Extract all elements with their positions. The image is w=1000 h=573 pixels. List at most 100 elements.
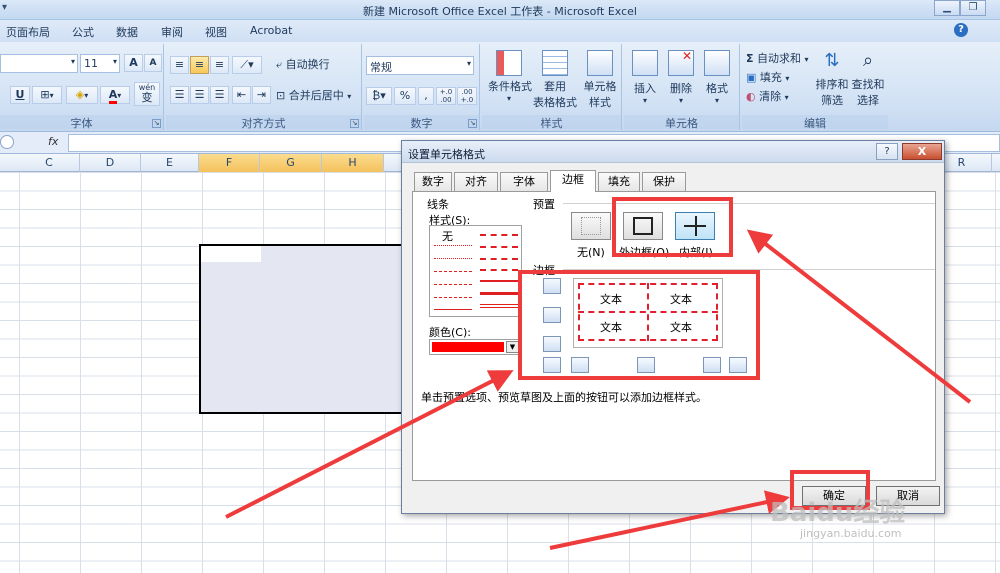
font-dialog-launcher-icon[interactable]: ↘ [152, 119, 161, 128]
align-middle-icon[interactable]: ≡ [190, 56, 209, 74]
fill-button[interactable]: ▣ 填充 ▾ [746, 69, 789, 85]
sort-filter-button[interactable]: ⇅ 排序和 筛选 [814, 48, 850, 112]
comma-button[interactable]: , [418, 87, 434, 105]
tab-review[interactable]: 审阅 [161, 24, 183, 40]
column-header-f[interactable]: F [199, 154, 260, 172]
delete-cells-button[interactable]: ✕ 删除 ▾ [664, 48, 698, 112]
fill-color-button[interactable]: ◈▾ [66, 86, 98, 104]
find-select-label-2: 选择 [857, 94, 879, 107]
conditional-format-button[interactable]: 条件格式 ▾ [488, 48, 532, 112]
column-header-g[interactable]: G [260, 154, 322, 172]
chevron-down-icon: ▾ [49, 91, 54, 100]
dialog-help-button[interactable]: ? [876, 143, 898, 160]
shrink-font-button[interactable]: A [144, 54, 162, 72]
column-header-c[interactable]: C [19, 154, 80, 172]
phonetic-button[interactable]: wén 变 [134, 82, 160, 106]
minimize-button[interactable]: ▁ [934, 0, 960, 16]
tab-acrobat[interactable]: Acrobat [250, 24, 292, 37]
decrease-indent-icon[interactable]: ⇤ [232, 86, 251, 104]
column-header-d[interactable]: D [80, 154, 141, 172]
autosum-button[interactable]: Σ 自动求和 ▾ [746, 50, 809, 66]
preset-none-button[interactable] [571, 212, 611, 240]
line-style-option[interactable] [480, 234, 518, 236]
line-style-option[interactable] [480, 280, 518, 282]
line-style-option[interactable] [434, 309, 472, 310]
line-style-list[interactable]: 无 [429, 225, 522, 317]
line-style-option[interactable] [480, 258, 518, 260]
dialog-title: 设置单元格格式 [408, 148, 485, 161]
alignment-dialog-launcher-icon[interactable]: ↘ [350, 119, 359, 128]
cell-styles-icon [587, 50, 613, 76]
percent-button[interactable]: % [394, 87, 416, 105]
grow-font-button[interactable]: A [124, 54, 143, 72]
tab-font[interactable]: 字体 [500, 172, 548, 191]
restore-button[interactable]: ❐ [960, 0, 986, 16]
format-as-table-label-2: 表格格式 [533, 96, 577, 109]
border-button[interactable]: ⊞▾ [32, 86, 62, 104]
line-style-option[interactable] [434, 271, 472, 272]
fx-icon[interactable]: fx [48, 135, 58, 148]
merge-center-button[interactable]: ⊡ 合并后居中 ▾ [276, 87, 351, 105]
cell-styles-button[interactable]: 单元格 样式 [580, 48, 620, 112]
format-as-table-button[interactable]: 套用 表格格式 [532, 48, 578, 112]
line-style-option[interactable] [434, 297, 472, 298]
name-box-scroll-icon[interactable] [0, 135, 14, 149]
font-size-combo[interactable]: 11 ▾ [80, 54, 120, 73]
chevron-down-icon: ▾ [785, 74, 790, 83]
insert-cells-button[interactable]: 插入 ▾ [628, 48, 662, 112]
find-select-button[interactable]: ⌕ 查找和 选择 [850, 48, 886, 112]
align-bottom-icon[interactable]: ≡ [210, 56, 229, 74]
font-size-value: 11 [84, 57, 98, 70]
tab-data[interactable]: 数据 [116, 24, 138, 40]
editing-group: Σ 自动求和 ▾ ▣ 填充 ▾ ◐ 清除 ▾ ⇅ 排序和 筛选 ⌕ 查找和 选择… [742, 44, 888, 130]
active-cell[interactable] [201, 246, 261, 262]
line-style-option[interactable] [480, 269, 518, 271]
align-right-icon[interactable]: ☰ [210, 86, 229, 104]
number-dialog-launcher-icon[interactable]: ↘ [468, 119, 477, 128]
clear-button[interactable]: ◐ 清除 ▾ [746, 88, 789, 104]
decrease-decimal-button[interactable]: .00 +.0 [457, 87, 477, 105]
align-top-icon[interactable]: ≡ [170, 56, 189, 74]
tab-protection[interactable]: 保护 [642, 172, 686, 191]
number-format-combo[interactable]: 常规 ▾ [366, 56, 474, 75]
tab-alignment[interactable]: 对齐 [454, 172, 498, 191]
orientation-button[interactable]: ⟋▾ [232, 56, 262, 74]
line-style-option[interactable] [480, 292, 518, 295]
chevron-down-icon: ▾ [678, 96, 683, 105]
sort-filter-label-1: 排序和 [815, 78, 849, 91]
tab-view[interactable]: 视图 [205, 24, 227, 40]
dialog-close-button[interactable]: X [902, 143, 942, 160]
tab-border[interactable]: 边框 [550, 170, 596, 192]
tab-formulas[interactable]: 公式 [72, 24, 94, 40]
tab-number[interactable]: 数字 [414, 172, 452, 191]
underline-button[interactable]: U [10, 86, 30, 104]
column-header-h[interactable]: H [322, 154, 384, 172]
line-color-picker[interactable]: ▼ [429, 339, 521, 355]
line-style-option[interactable] [480, 246, 518, 248]
wrap-text-button[interactable]: ⤶ 自动换行 [276, 56, 330, 74]
baidu-watermark-url: jingyan.baidu.com [800, 527, 902, 540]
line-style-option[interactable] [434, 284, 472, 285]
chevron-down-icon: ▾ [642, 96, 647, 105]
align-left-icon[interactable]: ☰ [170, 86, 189, 104]
line-style-option[interactable] [434, 258, 472, 259]
tab-fill[interactable]: 填充 [598, 172, 640, 191]
font-group: ▾ 11 ▾ A A U ⊞▾ ◈▾ A▾ wén 变 字体 ↘ [0, 44, 164, 130]
tab-page-layout[interactable]: 页面布局 [6, 24, 50, 40]
increase-decimal-button[interactable]: +.0 .00 [436, 87, 456, 105]
selected-range[interactable] [199, 244, 411, 414]
column-header-e[interactable]: E [141, 154, 199, 172]
align-center-icon[interactable]: ☰ [190, 86, 209, 104]
line-style-option[interactable] [434, 245, 472, 246]
line-style-option[interactable] [480, 304, 518, 308]
font-color-button[interactable]: A▾ [100, 86, 130, 104]
line-style-none[interactable]: 无 [442, 228, 453, 244]
font-name-combo[interactable]: ▾ [0, 54, 78, 73]
table-icon [542, 50, 568, 76]
currency-format-icon[interactable]: ₿▾ [366, 87, 392, 105]
format-cells-button[interactable]: 格式 ▾ [700, 48, 734, 112]
presets-group-label: 预置 [533, 198, 555, 211]
title-bar: ▾ 新建 Microsoft Office Excel 工作表 - Micros… [0, 0, 1000, 20]
help-icon[interactable]: ? [954, 23, 968, 37]
increase-indent-icon[interactable]: ⇥ [252, 86, 271, 104]
